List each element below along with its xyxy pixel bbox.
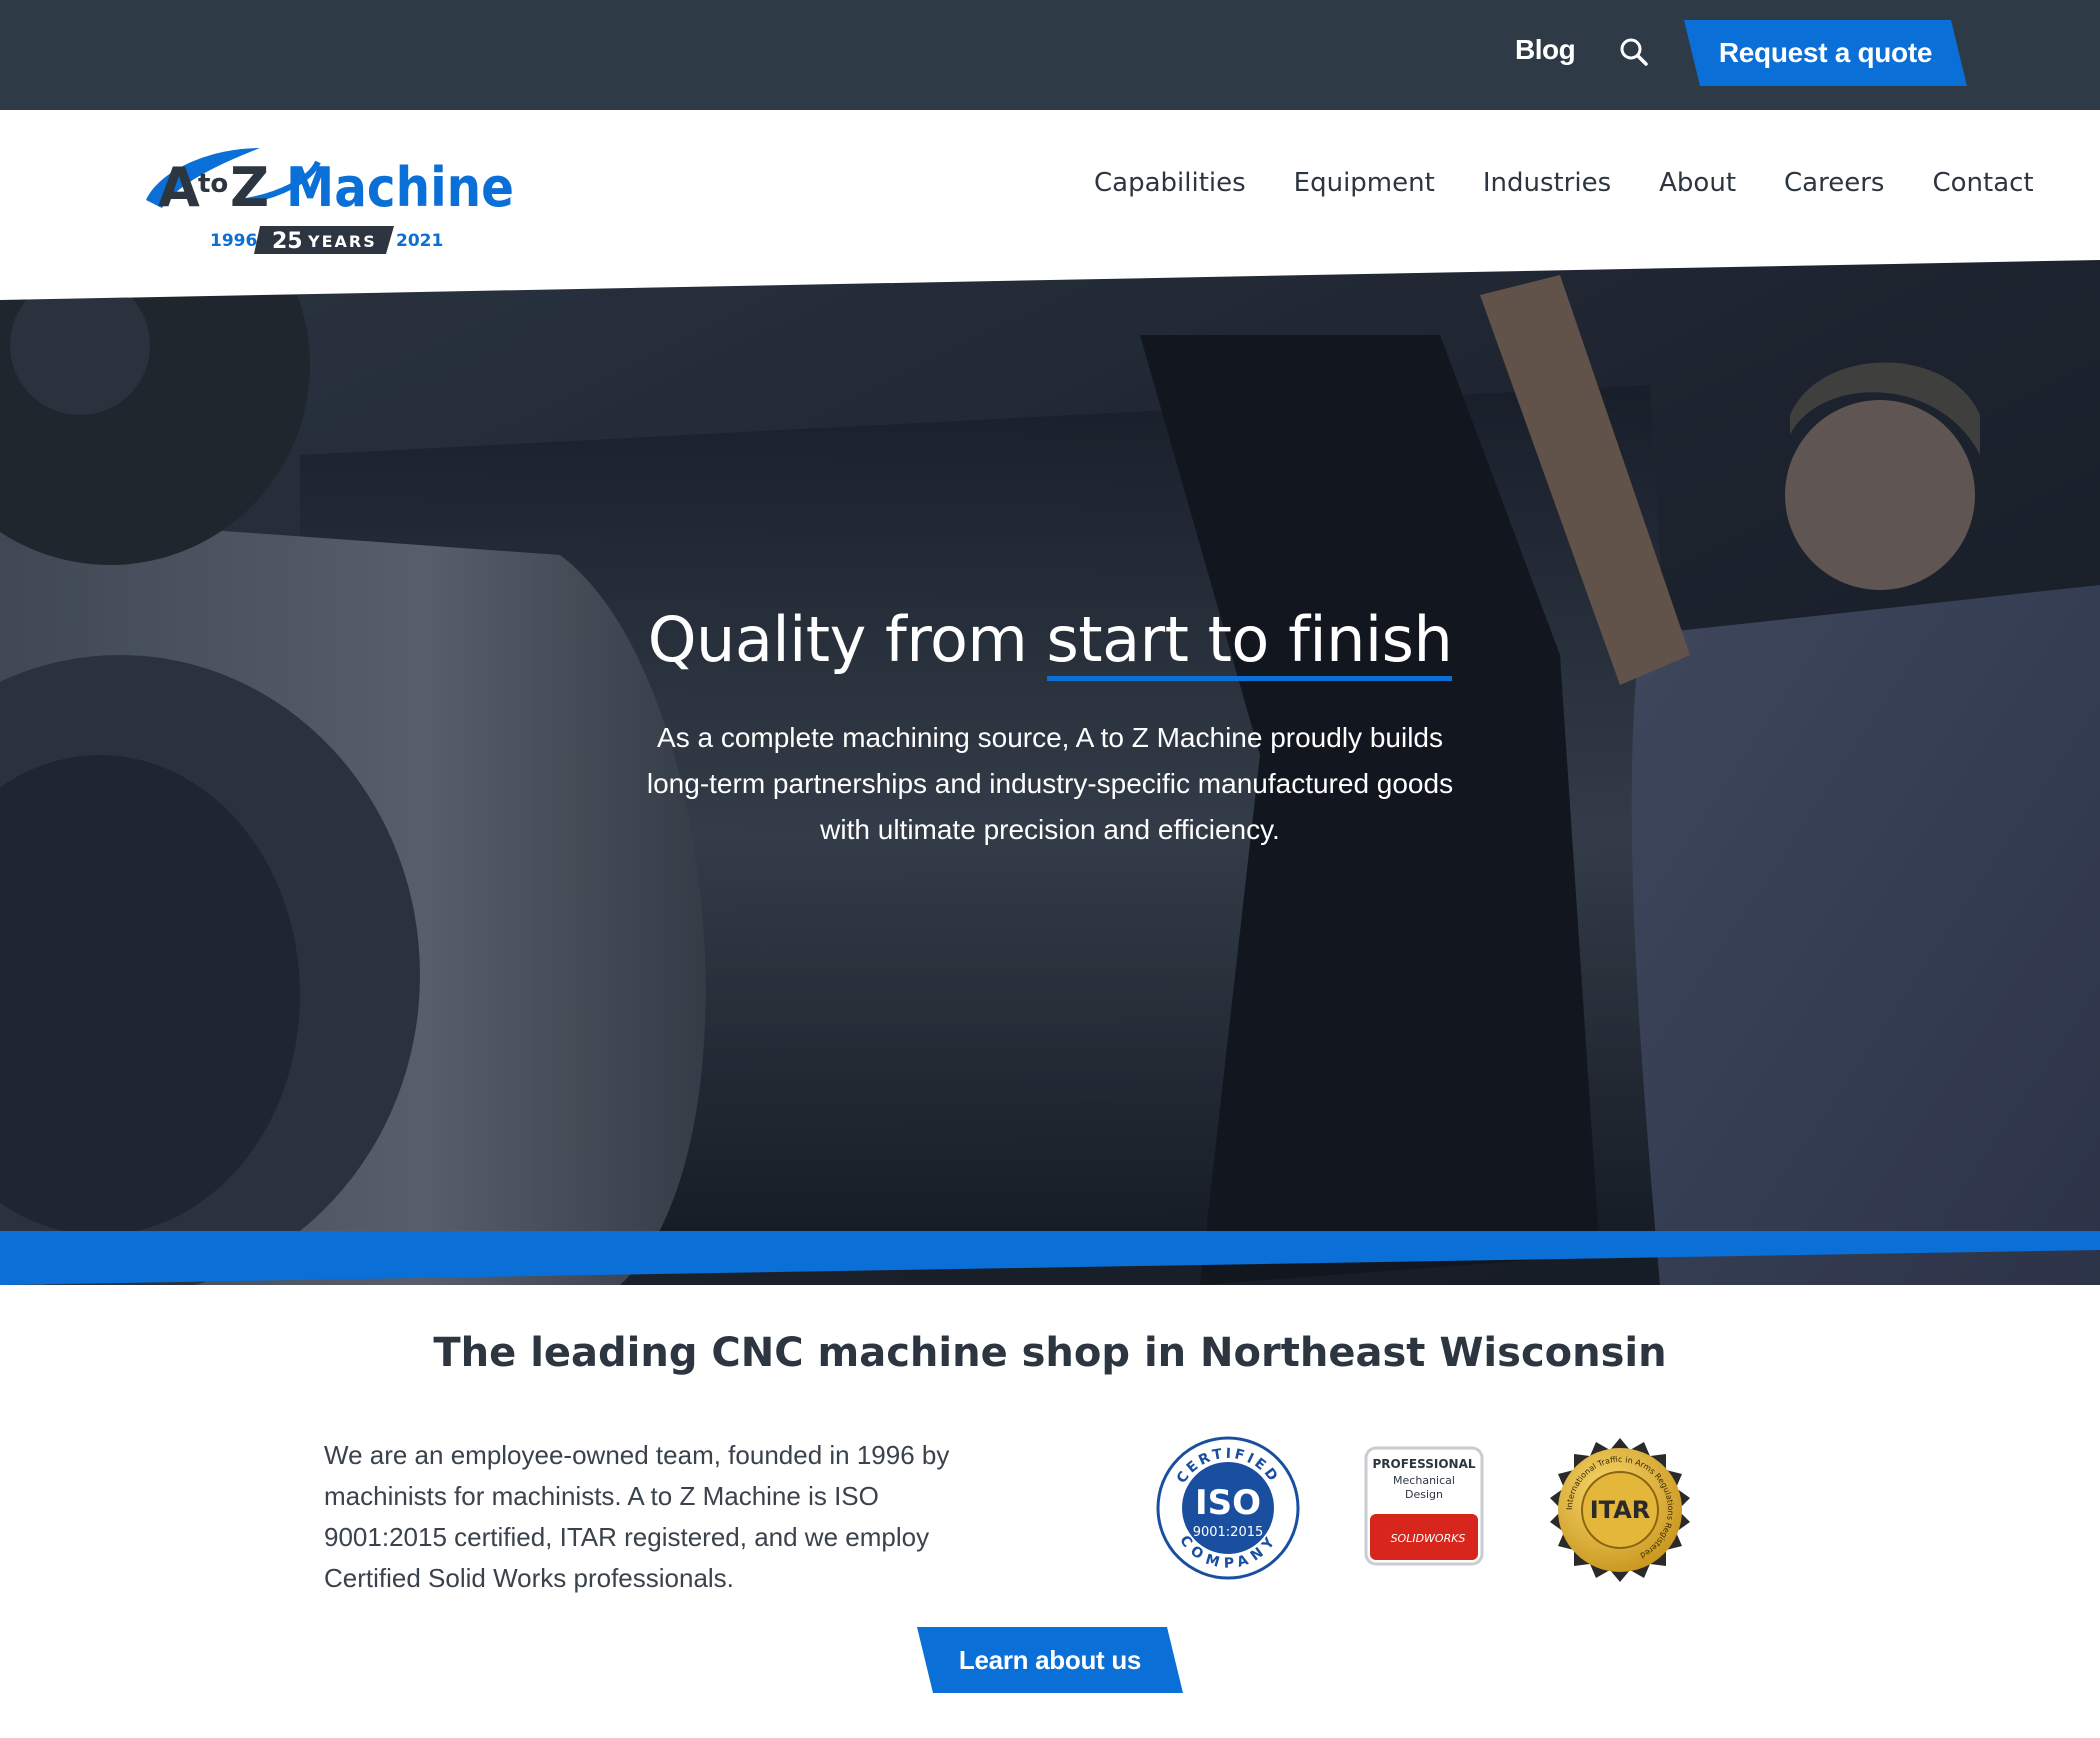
sw-brand: SOLIDWORKS [1391, 1532, 1466, 1545]
sw-line1: PROFESSIONAL [1372, 1457, 1475, 1471]
itar-main-text: ITAR [1590, 1496, 1651, 1524]
learn-about-us-label: Learn about us [958, 1645, 1142, 1675]
logo-letter-z: Z [230, 156, 269, 219]
logo-anniversary-word: YEARS [307, 232, 377, 251]
hero-title-lead: Quality from [647, 603, 1047, 676]
utility-bar: Blog Request a quote [0, 0, 2100, 110]
logo-anniversary-num: 25 [272, 229, 303, 254]
iso-number-text: 9001:2015 [1193, 1525, 1264, 1540]
sw-line2: Mechanical [1393, 1474, 1455, 1487]
site-header: A to Z Machine 1996 25 YEARS 2021 Capabi… [0, 110, 2100, 270]
hero-title-accent: start to finish [1046, 603, 1453, 681]
logo-year-end: 2021 [396, 231, 443, 251]
nav-careers[interactable]: Careers [1784, 168, 1884, 198]
blog-link[interactable]: Blog [1515, 34, 1576, 66]
nav-industries[interactable]: Industries [1483, 168, 1611, 198]
iso-certified-badge: CERTIFIED COMPANY ISO 9001:2015 [1156, 1436, 1300, 1580]
nav-about[interactable]: About [1659, 168, 1736, 198]
logo-letter-a: A [158, 156, 200, 219]
request-quote-label: Request a quote [1718, 37, 1933, 68]
hero-subtitle: As a complete machining source, A to Z M… [646, 722, 1454, 845]
learn-about-us-button[interactable]: Learn about us [917, 1627, 1183, 1693]
section-body: We are an employee-owned team, founded i… [324, 1440, 950, 1593]
logo-year-start: 1996 [210, 231, 257, 251]
logo-to: to [198, 169, 228, 199]
solidworks-professional-badge: PROFESSIONAL Mechanical Design SOLIDWORK… [1364, 1446, 1484, 1566]
itar-registered-badge: International Traffic in Arms Regulation… [1550, 1438, 1690, 1582]
iso-main-text: ISO [1195, 1483, 1261, 1523]
section-title: The leading CNC machine shop in Northeas… [433, 1330, 1667, 1376]
nav-contact[interactable]: Contact [1932, 168, 2033, 198]
sw-line3: Design [1405, 1488, 1443, 1501]
logo-machine: Machine [286, 156, 514, 219]
search-icon[interactable] [1616, 34, 1652, 70]
main-nav: Capabilities Equipment Industries About … [1094, 168, 2034, 198]
logo[interactable]: A to Z Machine 1996 25 YEARS 2021 [140, 130, 520, 260]
nav-capabilities[interactable]: Capabilities [1094, 168, 1246, 198]
request-quote-button[interactable]: Request a quote [1684, 20, 1967, 86]
hero-section: Quality from start to finish As a comple… [0, 255, 2100, 1285]
nav-equipment[interactable]: Equipment [1294, 168, 1435, 198]
hero-title: Quality from start to finish [0, 603, 2100, 681]
